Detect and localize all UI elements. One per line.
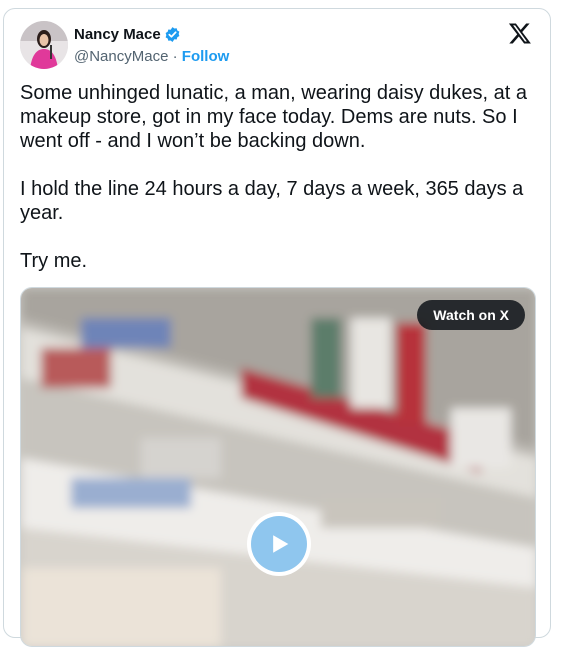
- play-button-inner: [251, 516, 307, 572]
- x-logo-icon[interactable]: [508, 21, 532, 45]
- video-media[interactable]: Watch on X: [20, 287, 536, 647]
- author-name-row: Nancy Mace: [74, 26, 181, 43]
- avatar[interactable]: [20, 21, 68, 69]
- verified-badge-icon: [164, 26, 181, 43]
- play-icon: [273, 535, 289, 553]
- watch-on-x-button[interactable]: Watch on X: [417, 300, 525, 330]
- post-text: Some unhinged lunatic, a man, wearing da…: [20, 82, 527, 272]
- post-header: Nancy Mace @NancyMace · Follow: [20, 21, 534, 69]
- author-name[interactable]: Nancy Mace: [74, 26, 161, 43]
- play-button[interactable]: [247, 512, 311, 576]
- author-handle[interactable]: @NancyMace: [74, 48, 168, 65]
- video-thumbnail: [21, 288, 535, 646]
- embedded-post-card: Nancy Mace @NancyMace · Follow Some unhi…: [3, 8, 551, 647]
- author-handle-row: @NancyMace · Follow: [74, 48, 229, 65]
- follow-link[interactable]: Follow: [182, 48, 230, 65]
- separator-dot: ·: [168, 48, 182, 65]
